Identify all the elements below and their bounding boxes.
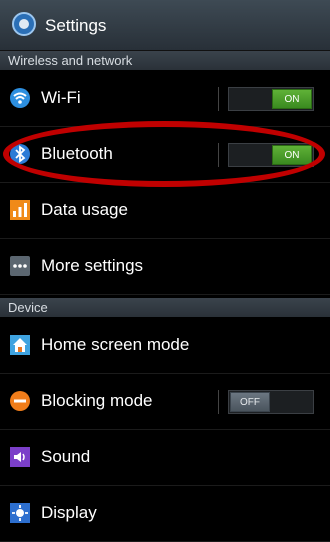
settings-item-label: More settings bbox=[41, 256, 144, 275]
settings-item-label: Blocking mode bbox=[41, 391, 153, 410]
settings-item-blocking-mode[interactable]: Blocking mode OFF bbox=[0, 374, 330, 430]
wifi-toggle[interactable]: ON bbox=[228, 87, 314, 111]
settings-item-wifi[interactable]: Wi-Fi ON bbox=[0, 71, 330, 127]
settings-item-more[interactable]: More settings bbox=[0, 239, 330, 295]
blocking-mode-toggle[interactable]: OFF bbox=[228, 390, 314, 414]
settings-item-label: Data usage bbox=[41, 200, 128, 219]
settings-item-home-screen[interactable]: Home screen mode bbox=[0, 318, 330, 374]
settings-item-label: Display bbox=[41, 503, 97, 522]
divider bbox=[218, 390, 219, 414]
home-icon bbox=[10, 335, 30, 355]
display-icon bbox=[10, 503, 30, 523]
settings-item-sound[interactable]: Sound bbox=[0, 430, 330, 486]
section-header-wireless: Wireless and network bbox=[0, 51, 330, 70]
settings-item-display[interactable]: Display bbox=[0, 486, 330, 542]
settings-item-label: Sound bbox=[41, 447, 91, 466]
blocking-icon bbox=[10, 391, 30, 411]
settings-item-label: Home screen mode bbox=[41, 335, 190, 354]
sound-icon bbox=[10, 447, 30, 467]
wifi-icon bbox=[10, 88, 30, 108]
section-header-device: Device bbox=[0, 298, 330, 317]
more-icon bbox=[10, 256, 30, 276]
divider bbox=[218, 87, 219, 111]
red-highlight-ellipse bbox=[3, 121, 325, 187]
settings-gear-icon bbox=[12, 12, 36, 36]
page-title: Settings bbox=[45, 16, 107, 35]
action-bar: Settings bbox=[0, 0, 330, 51]
data-usage-icon bbox=[10, 200, 30, 220]
settings-item-data-usage[interactable]: Data usage bbox=[0, 183, 330, 239]
settings-item-label: Wi-Fi bbox=[41, 88, 81, 107]
